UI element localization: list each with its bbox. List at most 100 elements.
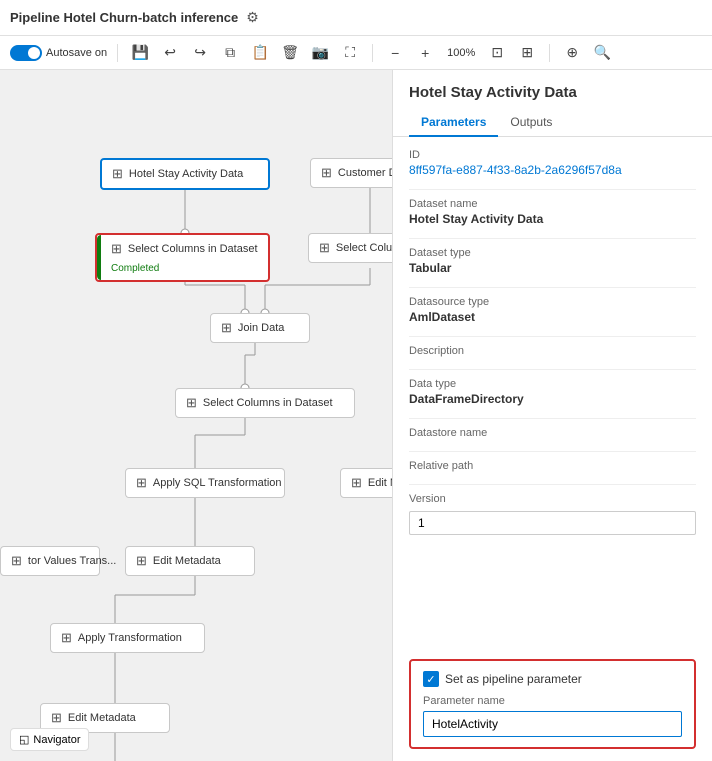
divider-7	[409, 451, 696, 452]
version-label: Version	[409, 493, 696, 505]
description-label: Description	[409, 345, 696, 357]
node-apply-sql-1-label: Apply SQL Transformation	[153, 477, 282, 489]
pipeline-canvas[interactable]: ⊞ Hotel Stay Activity Data ⊞ Customer Da…	[0, 70, 392, 761]
divider-4	[409, 336, 696, 337]
node-apply-transform[interactable]: ⊞ Apply Transformation	[50, 623, 205, 653]
toggle-track[interactable]	[10, 45, 42, 61]
node-apply-sql-1-icon: ⊞	[136, 475, 147, 491]
dataset-type-value: Tabular	[409, 261, 696, 275]
checkbox-row: ✓ Set as pipeline parameter	[423, 671, 682, 687]
redo-button[interactable]: ↪	[188, 41, 212, 65]
save-button[interactable]: 💾	[128, 41, 152, 65]
completed-bar	[97, 235, 101, 280]
divider-3	[409, 287, 696, 288]
node-join-data[interactable]: ⊞ Join Data	[210, 313, 310, 343]
zoom-in-button[interactable]: +	[413, 41, 437, 65]
node-apply-sql-1[interactable]: ⊞ Apply SQL Transformation	[125, 468, 285, 498]
node-select-cols-1[interactable]: ⊞ Select Columns in Dataset Completed	[95, 233, 270, 282]
field-data-type: Data type DataFrameDirectory	[409, 378, 696, 406]
node-apply-transform-label: Apply Transformation	[78, 632, 182, 644]
node-select-cols-1-label: Select Columns in Dataset	[128, 243, 258, 255]
autosave-label: Autosave on	[46, 47, 107, 59]
field-dataset-type: Dataset type Tabular	[409, 247, 696, 275]
node-customer-label: Customer Da...	[338, 167, 392, 179]
panel-tabs: Parameters Outputs	[393, 109, 712, 137]
version-input[interactable]	[409, 511, 696, 535]
data-type-label: Data type	[409, 378, 696, 390]
id-value: 8ff597fa-e887-4f33-8a2b-2a6296f57d8a	[409, 163, 696, 177]
data-type-value: DataFrameDirectory	[409, 392, 696, 406]
navigator-button[interactable]: ◱ Navigator	[10, 728, 89, 751]
paste-button[interactable]: 📋	[248, 41, 272, 65]
right-panel: Hotel Stay Activity Data Parameters Outp…	[392, 70, 712, 761]
node-join-icon: ⊞	[221, 320, 232, 336]
node-select-cols-3-label: Select Columns in Dataset	[203, 397, 333, 409]
autosave-toggle[interactable]: Autosave on	[10, 45, 107, 61]
node-hotel-stay-icon: ⊞	[112, 166, 123, 182]
node-select-cols-2[interactable]: ⊞ Select Colum...	[308, 233, 392, 263]
toggle-thumb	[28, 47, 40, 59]
toolbar-separator-1	[117, 44, 118, 62]
snapshot-button[interactable]: 📷	[308, 41, 332, 65]
datasource-type-label: Datasource type	[409, 296, 696, 308]
divider-5	[409, 369, 696, 370]
field-relative-path: Relative path	[409, 460, 696, 472]
fit-button[interactable]: ⊡	[485, 41, 509, 65]
dataset-type-label: Dataset type	[409, 247, 696, 259]
node-select-cols-3-icon: ⊞	[186, 395, 197, 411]
id-label: ID	[409, 149, 696, 161]
node-hotel-stay[interactable]: ⊞ Hotel Stay Activity Data	[100, 158, 270, 190]
navigator-icon: ◱	[19, 733, 29, 746]
module-list-button[interactable]: ⊕	[560, 41, 584, 65]
node-customer-data[interactable]: ⊞ Customer Da...	[310, 158, 392, 188]
main-area: ⊞ Hotel Stay Activity Data ⊞ Customer Da…	[0, 70, 712, 761]
search-button[interactable]: 🔍	[590, 41, 614, 65]
grid-button[interactable]: ⊞	[515, 41, 539, 65]
gear-icon[interactable]: ⚙	[246, 9, 259, 26]
node-edit-metadata-1-icon: ⊞	[136, 553, 147, 569]
relative-path-label: Relative path	[409, 460, 696, 472]
top-bar: Pipeline Hotel Churn-batch inference ⚙	[0, 0, 712, 36]
completed-status: Completed	[111, 263, 159, 274]
node-indicator-icon: ⊞	[11, 553, 22, 569]
dataset-name-label: Dataset name	[409, 198, 696, 210]
node-edit-m-icon: ⊞	[351, 475, 362, 491]
toolbar: Autosave on 💾 ↩ ↪ ⧉ 📋 🗑 📷 ⛶ − + 100% ⊡ ⊞…	[0, 36, 712, 70]
pipeline-param-checkbox[interactable]: ✓	[423, 671, 439, 687]
node-edit-metadata-2-label: Edit Metadata	[68, 712, 136, 724]
node-select-cols-1-icon: ⊞	[111, 241, 122, 257]
divider-6	[409, 418, 696, 419]
field-datastore-name: Datastore name	[409, 427, 696, 439]
dataset-name-value: Hotel Stay Activity Data	[409, 212, 696, 226]
field-id: ID 8ff597fa-e887-4f33-8a2b-2a6296f57d8a	[409, 149, 696, 177]
pipeline-param-checkbox-label: Set as pipeline parameter	[445, 672, 582, 686]
param-name-input[interactable]	[423, 711, 682, 737]
datasource-type-value: AmlDataset	[409, 310, 696, 324]
node-select-cols-2-icon: ⊞	[319, 240, 330, 256]
tab-outputs[interactable]: Outputs	[498, 109, 564, 137]
node-indicator-label: tor Values Trans...	[28, 555, 116, 567]
copy-button[interactable]: ⧉	[218, 41, 242, 65]
field-dataset-name: Dataset name Hotel Stay Activity Data	[409, 198, 696, 226]
zoom-out-button[interactable]: −	[383, 41, 407, 65]
toolbar-separator-3	[549, 44, 550, 62]
node-edit-metadata-1-label: Edit Metadata	[153, 555, 221, 567]
panel-content: ID 8ff597fa-e887-4f33-8a2b-2a6296f57d8a …	[393, 137, 712, 647]
field-version: Version	[409, 493, 696, 535]
toolbar-separator-2	[372, 44, 373, 62]
node-apply-transform-icon: ⊞	[61, 630, 72, 646]
datastore-name-label: Datastore name	[409, 427, 696, 439]
node-customer-icon: ⊞	[321, 165, 332, 181]
divider-8	[409, 484, 696, 485]
node-join-label: Join Data	[238, 322, 284, 334]
node-select-cols-2-label: Select Colum...	[336, 242, 392, 254]
tab-parameters[interactable]: Parameters	[409, 109, 498, 137]
field-datasource-type: Datasource type AmlDataset	[409, 296, 696, 324]
node-indicator-vals[interactable]: ⊞ tor Values Trans...	[0, 546, 100, 576]
undo-button[interactable]: ↩	[158, 41, 182, 65]
node-edit-m[interactable]: ⊞ Edit M...	[340, 468, 392, 498]
fullscreen-button[interactable]: ⛶	[338, 41, 362, 65]
node-select-cols-3[interactable]: ⊞ Select Columns in Dataset	[175, 388, 355, 418]
node-edit-metadata-1[interactable]: ⊞ Edit Metadata	[125, 546, 255, 576]
delete-button[interactable]: 🗑	[278, 41, 302, 65]
